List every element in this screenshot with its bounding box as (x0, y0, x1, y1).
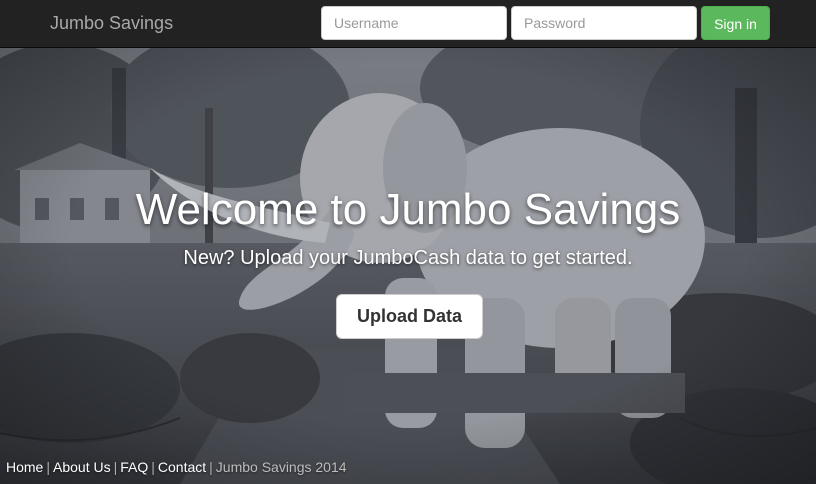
hero-title: Welcome to Jumbo Savings (135, 185, 681, 234)
username-input[interactable] (321, 6, 507, 40)
footer-separator: | (113, 459, 118, 475)
hero-section: Welcome to Jumbo Savings New? Upload you… (0, 48, 816, 484)
hero-subtitle: New? Upload your JumboCash data to get s… (183, 247, 633, 269)
footer: Home | About Us | FAQ | Contact | Jumbo Savings … (6, 458, 347, 476)
sign-in-button[interactable]: Sign in (701, 6, 770, 40)
footer-link-about-us[interactable]: About Us (53, 459, 111, 475)
footer-copyright: Jumbo Savings 2014 (215, 459, 347, 475)
footer-link-home[interactable]: Home (6, 459, 43, 475)
password-input[interactable] (511, 6, 697, 40)
brand-link[interactable]: Jumbo Savings (50, 12, 173, 34)
top-navbar: Jumbo Savings Sign in (0, 0, 816, 48)
footer-separator: | (209, 459, 213, 475)
footer-separator: | (46, 459, 50, 475)
footer-link-contact[interactable]: Contact (158, 459, 206, 475)
upload-data-button[interactable]: Upload Data (336, 294, 483, 339)
footer-separator: | (151, 459, 155, 475)
footer-link-faq[interactable]: FAQ (120, 459, 148, 475)
